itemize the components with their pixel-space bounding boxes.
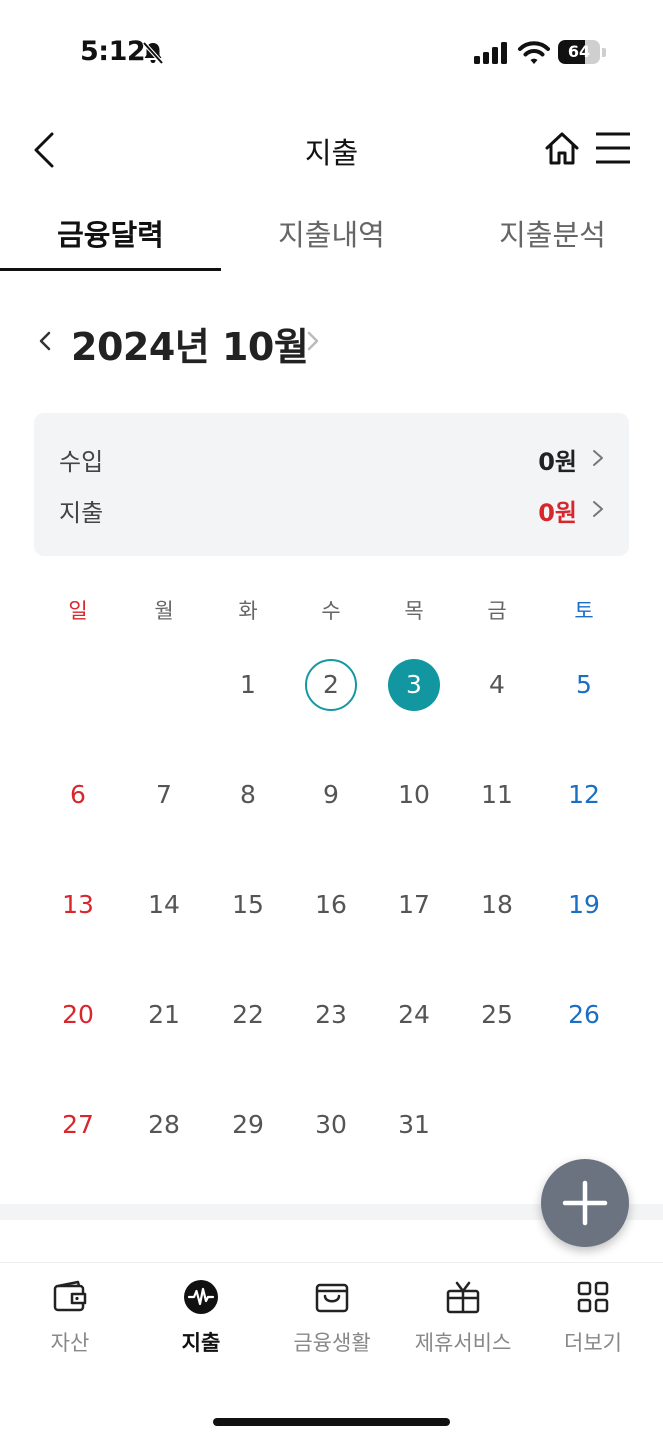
calendar-day[interactable]: 24: [388, 989, 440, 1041]
weekday-header: 목: [404, 599, 424, 623]
income-value: 0원: [538, 448, 577, 476]
muted-bell-icon: [142, 41, 164, 65]
calendar-day[interactable]: 30: [305, 1099, 357, 1151]
nav-label: 지출: [181, 1331, 221, 1355]
tab-financial-calendar[interactable]: 금융달력: [0, 212, 221, 254]
nav-financial-life[interactable]: 금융생활: [266, 1279, 398, 1359]
tab-expense-history[interactable]: 지출내역: [221, 212, 442, 254]
expense-row[interactable]: 지출 0원: [34, 489, 629, 529]
shopping-bag-icon: [315, 1283, 349, 1313]
pulse-circle-icon: [184, 1280, 218, 1314]
plus-icon: [562, 1180, 608, 1226]
battery-indicator: 64: [558, 40, 606, 66]
calendar-day[interactable]: 29: [222, 1099, 274, 1151]
calendar-day[interactable]: 16: [305, 879, 357, 931]
wallet-icon: [53, 1280, 87, 1312]
income-label: 수입: [59, 448, 104, 476]
nav-expense[interactable]: 지출: [135, 1279, 267, 1359]
bottom-navigation: 자산 지출 금융생활 제휴서비스 더보기: [0, 1262, 663, 1372]
home-icon[interactable]: [543, 130, 581, 168]
previous-month-icon[interactable]: [34, 328, 56, 354]
battery-level: 64: [567, 42, 591, 61]
nav-label: 자산: [50, 1331, 90, 1355]
calendar-day[interactable]: 14: [138, 879, 190, 931]
calendar-day[interactable]: 12: [558, 769, 610, 821]
calendar-day[interactable]: 28: [138, 1099, 190, 1151]
home-indicator: [213, 1418, 450, 1426]
calendar-day[interactable]: 19: [558, 879, 610, 931]
calendar-day[interactable]: 2: [305, 659, 357, 711]
weekday-header: 월: [154, 599, 174, 623]
calendar-day[interactable]: 26: [558, 989, 610, 1041]
calendar-day[interactable]: 21: [138, 989, 190, 1041]
calendar-day[interactable]: 17: [388, 879, 440, 931]
active-tab-indicator: [0, 268, 221, 271]
calendar-day[interactable]: 13: [52, 879, 104, 931]
weekday-header: 일: [68, 599, 88, 623]
chevron-right-icon: [593, 501, 603, 517]
calendar-day[interactable]: 10: [388, 769, 440, 821]
calendar-day[interactable]: 15: [222, 879, 274, 931]
tab-bar: 금융달력 지출내역 지출분석: [0, 200, 663, 272]
nav-label: 제휴서비스: [414, 1331, 512, 1355]
calendar-day[interactable]: 9: [305, 769, 357, 821]
nav-label: 금융생활: [293, 1331, 371, 1355]
chevron-right-icon: [593, 450, 603, 466]
calendar-day[interactable]: 11: [471, 769, 523, 821]
wifi-icon: [518, 41, 550, 64]
weekday-header: 수: [321, 599, 341, 623]
expense-label: 지출: [59, 499, 104, 527]
month-label: 2024년 10월: [71, 325, 309, 369]
gift-icon: [446, 1281, 480, 1314]
expense-value: 0원: [538, 499, 577, 527]
next-month-icon[interactable]: [302, 328, 324, 354]
app-header: 지출: [0, 112, 663, 188]
nav-more[interactable]: 더보기: [527, 1279, 659, 1359]
weekday-header: 금: [487, 599, 507, 623]
calendar-day[interactable]: 1: [222, 659, 274, 711]
cellular-signal-icon: [474, 42, 507, 64]
calendar-day[interactable]: 8: [222, 769, 274, 821]
summary-card: 수입 0원 지출 0원: [34, 413, 629, 556]
calendar-day[interactable]: 5: [558, 659, 610, 711]
calendar-day[interactable]: 7: [138, 769, 190, 821]
calendar-day[interactable]: 22: [222, 989, 274, 1041]
calendar-day[interactable]: 6: [52, 769, 104, 821]
month-navigator: 2024년 10월: [0, 310, 663, 370]
calendar-day[interactable]: 25: [471, 989, 523, 1041]
hamburger-menu-icon[interactable]: [594, 130, 632, 166]
calendar-day[interactable]: 31: [388, 1099, 440, 1151]
weekday-header: 화: [238, 599, 258, 623]
weekday-header: 토: [574, 599, 594, 623]
calendar-day[interactable]: 20: [52, 989, 104, 1041]
income-row[interactable]: 수입 0원: [34, 438, 629, 478]
calendar-day[interactable]: 27: [52, 1099, 104, 1151]
calendar-day[interactable]: 4: [471, 659, 523, 711]
grid-icon: [577, 1281, 609, 1313]
calendar-day[interactable]: 23: [305, 989, 357, 1041]
calendar-day[interactable]: 3: [388, 659, 440, 711]
calendar-day[interactable]: 18: [471, 879, 523, 931]
nav-assets[interactable]: 자산: [4, 1279, 136, 1359]
nav-label: 더보기: [564, 1331, 622, 1355]
nav-partner-services[interactable]: 제휴서비스: [397, 1279, 529, 1359]
status-bar: 5:12 64: [0, 0, 663, 100]
tab-expense-analysis[interactable]: 지출분석: [442, 212, 663, 254]
status-time: 5:12: [80, 36, 146, 67]
add-button[interactable]: [541, 1159, 629, 1247]
